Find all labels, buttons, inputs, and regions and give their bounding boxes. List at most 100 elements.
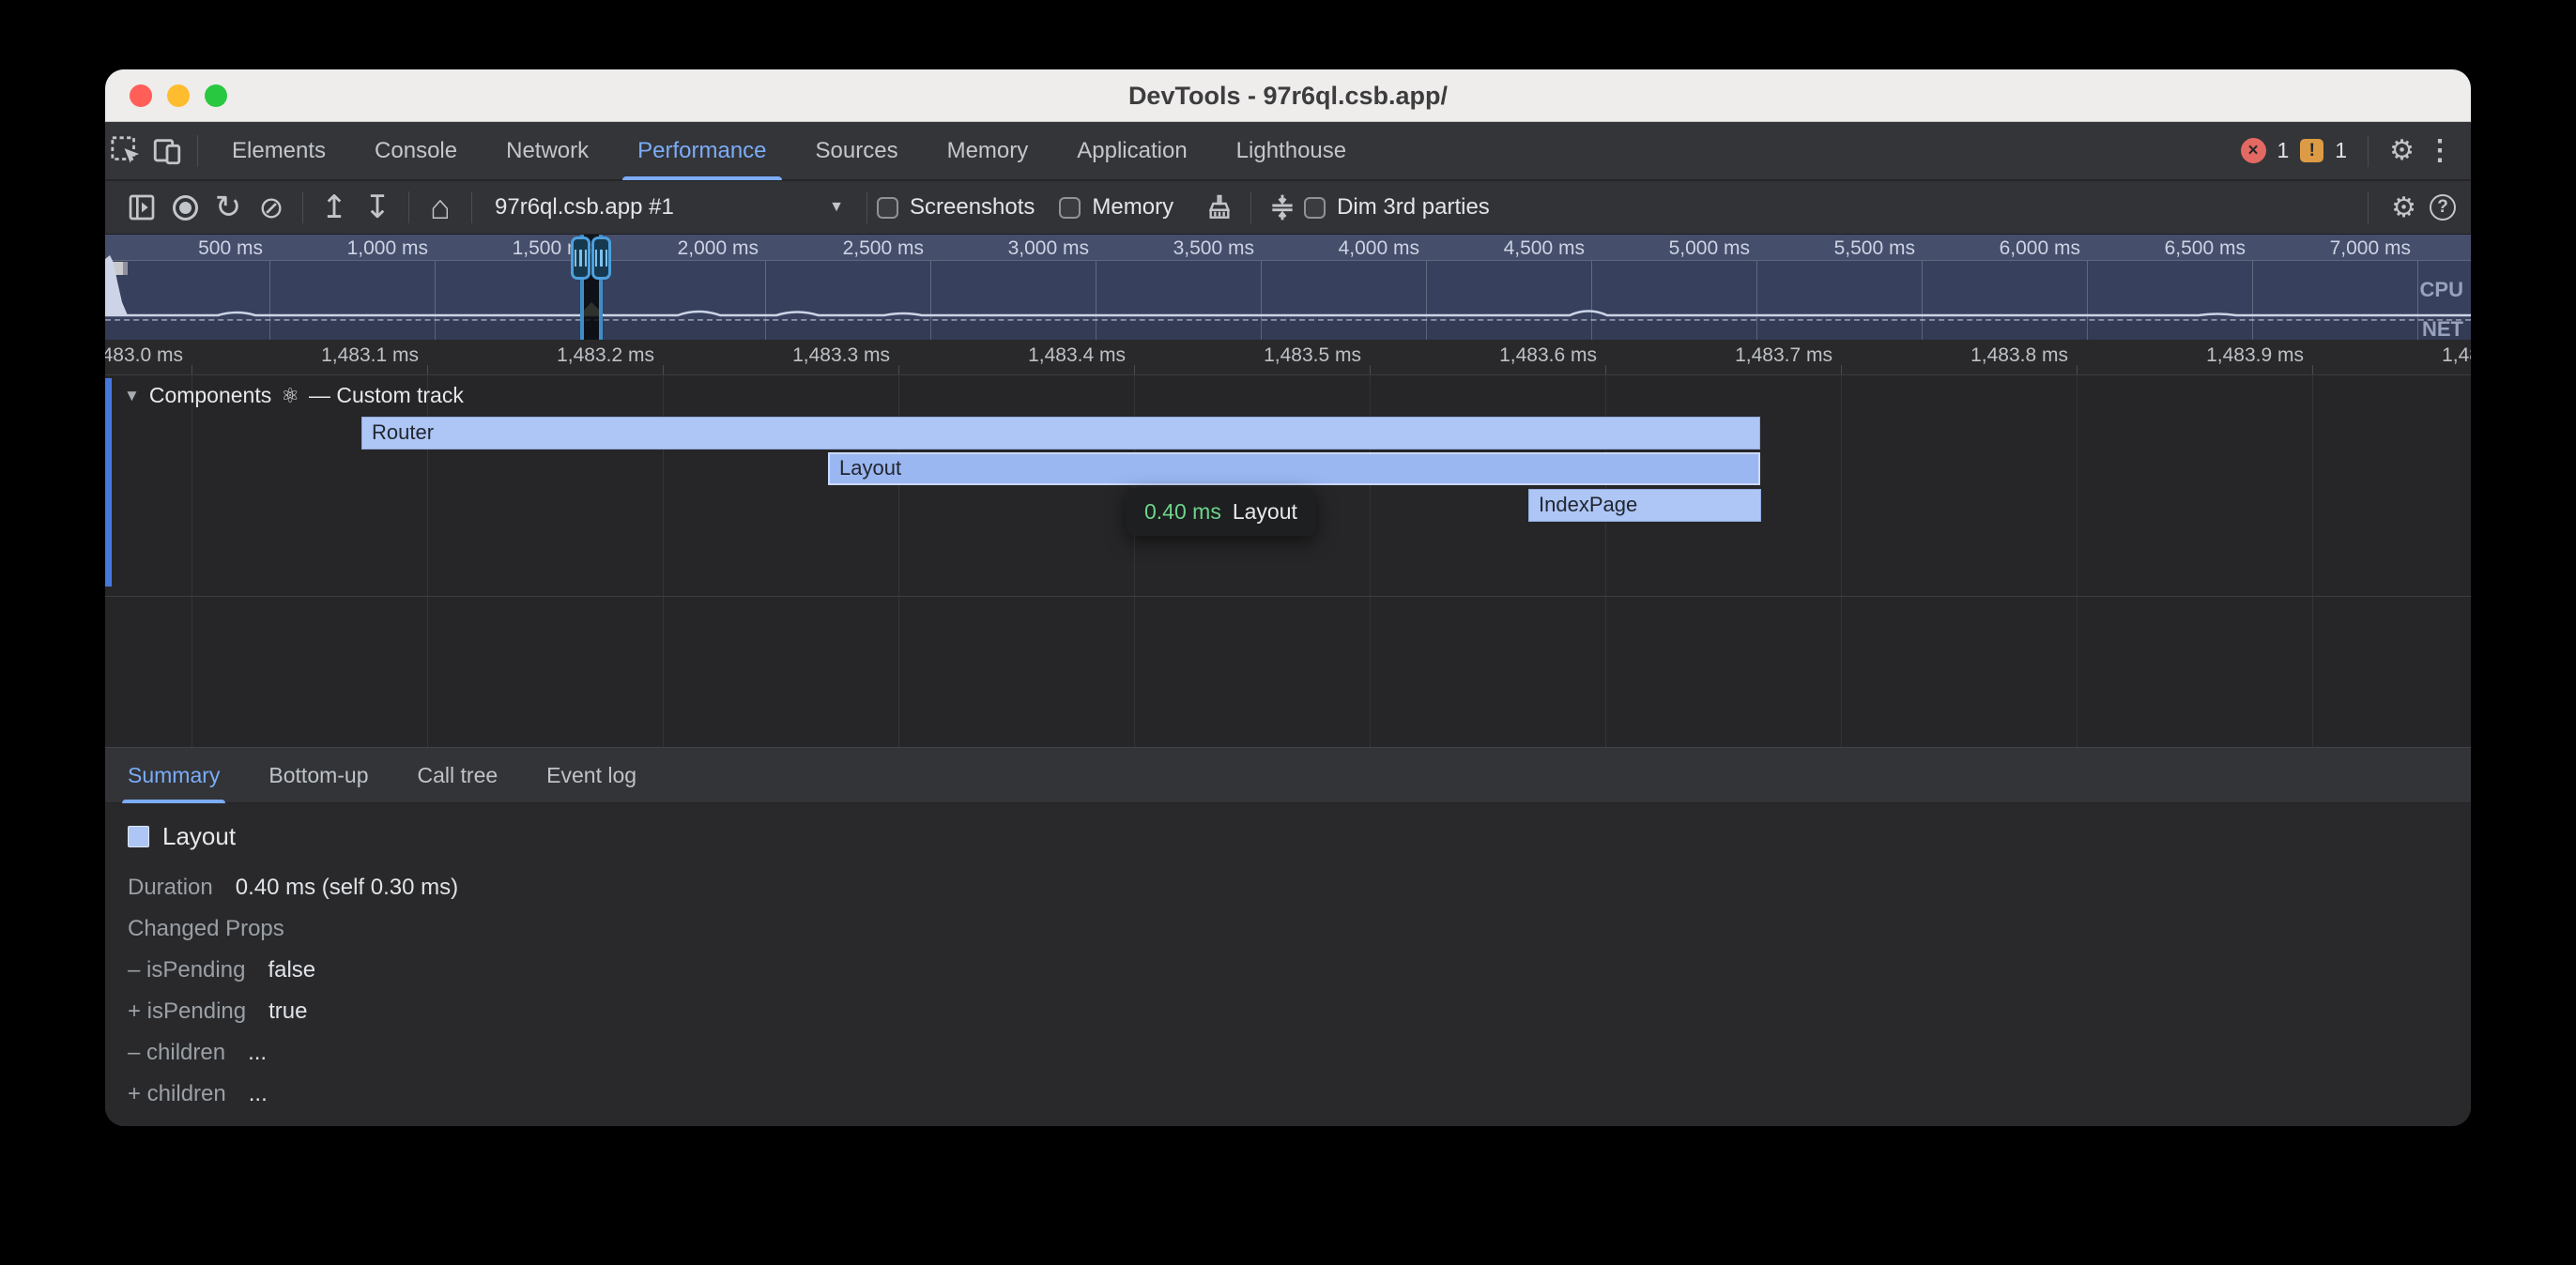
help-icon[interactable]: ? — [2430, 194, 2456, 221]
cpu-track-label: CPU — [2420, 278, 2463, 302]
inspect-element-icon[interactable] — [105, 130, 146, 172]
tab-event-log[interactable]: Event log — [546, 747, 636, 803]
performance-toolbar: ↻ ⊘ ↥ ↧ ⌂ 97r6ql.csb.app #1 ▼ Screenshot… — [105, 181, 2471, 235]
left-drag-handle[interactable] — [571, 236, 590, 280]
divider — [302, 191, 303, 223]
divider — [866, 191, 867, 223]
ruler-tick: 1,483.8 ms — [1890, 344, 2068, 367]
reload-record-icon[interactable]: ↻ — [207, 186, 250, 229]
toolbar-right-cluster: ⚙ ? — [2358, 191, 2471, 224]
flame-bar-router[interactable]: Router — [361, 417, 1760, 450]
flame-bar-indexpage[interactable]: IndexPage — [1528, 489, 1761, 522]
tooltip-label: Layout — [1233, 499, 1297, 525]
ruler-tick: 1,483.4 ms — [947, 344, 1126, 367]
divider — [2368, 135, 2369, 167]
flame-bar-layout[interactable]: Layout — [828, 452, 1760, 485]
warning-icon[interactable]: ! — [2300, 139, 2323, 162]
net-track-label: NET — [2422, 317, 2463, 342]
tab-network[interactable]: Network — [482, 122, 613, 180]
prop-row: – children... — [128, 1040, 267, 1066]
changed-props-label: Changed Props — [128, 916, 284, 942]
capture-settings-gear-icon[interactable]: ⚙ — [2391, 191, 2416, 224]
prop-name: – isPending — [128, 957, 245, 983]
ruler-tick: 1,483.3 ms — [712, 344, 890, 367]
record-icon[interactable] — [163, 186, 207, 229]
clear-icon[interactable]: ⊘ — [250, 186, 293, 229]
titlebar: DevTools - 97r6ql.csb.app/ — [105, 69, 2471, 122]
error-icon[interactable]: × — [2241, 138, 2266, 163]
tab-sources[interactable]: Sources — [791, 122, 923, 180]
tab-application[interactable]: Application — [1052, 122, 1211, 180]
download-profile-icon[interactable]: ↧ — [356, 186, 399, 229]
tab-call-tree[interactable]: Call tree — [418, 747, 498, 803]
prop-name: + children — [128, 1081, 226, 1106]
summary-panel: Layout Duration 0.40 ms (self 0.30 ms) Ch… — [105, 803, 2471, 1126]
error-count: 1 — [2277, 138, 2290, 163]
tab-elements[interactable]: Elements — [207, 122, 350, 180]
react-atom-icon: ⚛ — [281, 384, 299, 408]
tab-bottom-up[interactable]: Bottom-up — [268, 747, 368, 803]
ruler-tick: 1,483.2 ms — [476, 344, 654, 367]
target-selector-value: 97r6ql.csb.app #1 — [495, 194, 674, 221]
warning-count: 1 — [2335, 138, 2347, 163]
right-drag-handle[interactable] — [591, 236, 611, 280]
ruler-tick: 1,483.9 ms — [2125, 344, 2304, 367]
dim-3rd-parties-checkbox[interactable] — [1304, 197, 1326, 219]
details-tabbar: Summary Bottom-up Call tree Event log — [105, 747, 2471, 803]
ruler-tick: 1,483.1 ms — [240, 344, 419, 367]
track-suffix: — Custom track — [309, 383, 464, 408]
event-color-swatch — [128, 826, 149, 847]
settings-gear-icon[interactable]: ⚙ — [2389, 134, 2415, 167]
detail-ruler: 1,483.0 ms 1,483.1 ms 1,483.2 ms 1,483.3… — [105, 340, 2471, 375]
custom-track-header[interactable]: ▼ Components ⚛ — Custom track — [124, 383, 464, 408]
screenshots-checkbox[interactable] — [877, 197, 898, 219]
kebab-menu-icon[interactable]: ⋮ — [2426, 134, 2454, 167]
summary-title-row: Layout — [128, 822, 236, 851]
tab-lighthouse[interactable]: Lighthouse — [1212, 122, 1371, 180]
ruler-tick: 1,483.7 ms — [1654, 344, 1832, 367]
tab-summary[interactable]: Summary — [128, 747, 220, 803]
toggle-sidebar-icon[interactable] — [120, 186, 163, 229]
divider — [2368, 191, 2369, 223]
prop-row: + children... — [128, 1081, 268, 1107]
tab-memory[interactable]: Memory — [923, 122, 1053, 180]
devtools-window: DevTools - 97r6ql.csb.app/ Elements Cons… — [105, 69, 2471, 1126]
prop-value: true — [268, 998, 307, 1024]
memory-checkbox[interactable] — [1059, 197, 1081, 219]
prop-name: – children — [128, 1040, 225, 1065]
target-selector[interactable]: 97r6ql.csb.app #1 ▼ — [482, 186, 857, 229]
prop-row: + isPending true — [128, 998, 307, 1025]
ruler-tick: 1,483.6 ms — [1418, 344, 1597, 367]
duration-label: Duration — [128, 875, 213, 900]
ruler-tick: 1,484.0 ms — [2361, 344, 2471, 367]
prop-value: false — [268, 957, 315, 983]
memory-label: Memory — [1092, 194, 1173, 221]
prop-value: ... — [249, 1081, 268, 1106]
tabbar-right-cluster: × 1 ! 1 ⚙ ⋮ — [2241, 134, 2472, 167]
timeline-overview[interactable]: 500 ms 1,000 ms 1,500 ms 2,000 ms 2,500 … — [105, 235, 2471, 340]
ruler-tick: 1,483.0 ms — [105, 344, 183, 367]
tab-performance[interactable]: Performance — [613, 122, 790, 180]
dim-3rd-parties-label: Dim 3rd parties — [1337, 194, 1490, 221]
divider — [408, 191, 409, 223]
selected-track-marker — [105, 378, 112, 587]
collapse-triangle-icon[interactable]: ▼ — [124, 387, 140, 405]
memory-toggle[interactable]: Memory — [1059, 194, 1198, 221]
flame-chart[interactable]: ▼ Components ⚛ — Custom track Router Lay… — [105, 375, 2471, 747]
summary-event-title: Layout — [162, 822, 236, 851]
divider — [197, 135, 198, 167]
duration-value: 0.40 ms (self 0.30 ms) — [236, 875, 458, 900]
collect-garbage-icon[interactable] — [1198, 186, 1241, 229]
divider — [471, 191, 472, 223]
collapse-tracks-icon[interactable] — [1261, 186, 1304, 229]
home-icon[interactable]: ⌂ — [419, 186, 462, 229]
tab-console[interactable]: Console — [350, 122, 482, 180]
devtools-tabbar: Elements Console Network Performance Sou… — [105, 122, 2471, 180]
device-toolbar-icon[interactable] — [146, 130, 188, 172]
upload-profile-icon[interactable]: ↥ — [313, 186, 356, 229]
prop-name: + isPending — [128, 998, 246, 1024]
flame-tooltip: 0.40 ms Layout — [1126, 488, 1316, 536]
dim-3rd-parties-toggle[interactable]: Dim 3rd parties — [1304, 194, 1514, 221]
network-band — [105, 320, 2471, 340]
screenshots-toggle[interactable]: Screenshots — [877, 194, 1059, 221]
